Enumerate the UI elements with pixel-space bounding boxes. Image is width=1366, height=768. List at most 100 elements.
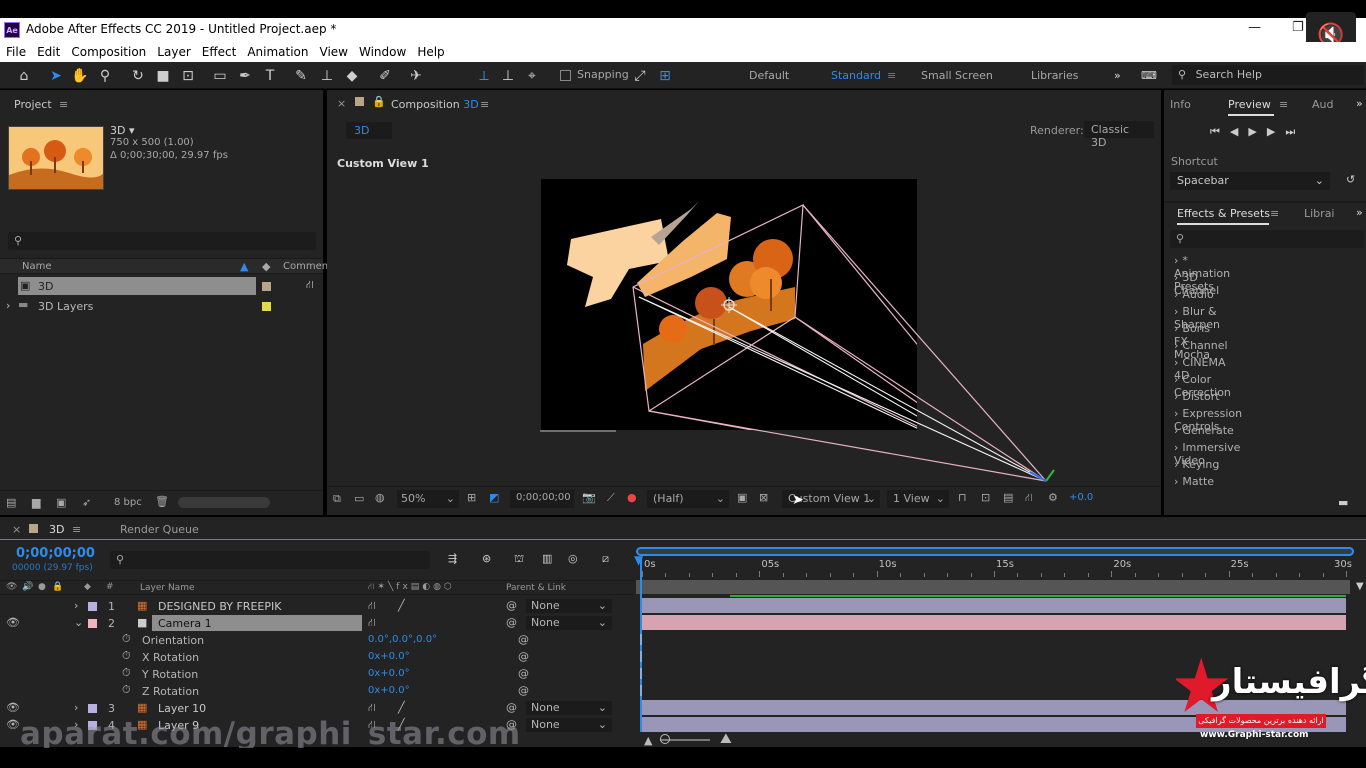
puppet-tool-icon[interactable]: ✈ <box>406 66 426 86</box>
resolution-select[interactable]: (Half) ⌄ <box>647 490 729 508</box>
chevron-down-icon[interactable]: ⌄ <box>74 616 83 629</box>
lock-icon[interactable]: 🔒 <box>372 95 386 108</box>
label-tag-icon[interactable]: ◆ <box>84 582 91 592</box>
snap-target-icon[interactable]: ⊞ <box>655 66 675 86</box>
label-color-swatch[interactable] <box>262 302 271 311</box>
play-icon[interactable]: ▶ <box>1248 125 1266 138</box>
expression-pick-whip-icon[interactable]: @ <box>518 684 529 697</box>
fit-grid-icon[interactable]: ⊞ <box>467 491 476 504</box>
graph-editor-icon[interactable]: ⧄ <box>602 552 609 566</box>
rotation-tool-icon[interactable]: ↻ <box>128 66 148 86</box>
transparency-grid-icon[interactable]: ▣ <box>737 491 747 504</box>
project-search-input[interactable]: ⚲ <box>8 232 316 250</box>
selection-tool-icon[interactable]: ➤ <box>46 66 66 86</box>
shy-switch-icon[interactable]: ⛙ <box>368 701 376 716</box>
type-tool-icon[interactable]: T <box>260 66 280 86</box>
color-channels-icon[interactable]: ● <box>627 491 637 504</box>
next-frame-icon[interactable]: ▶ <box>1267 125 1285 138</box>
menu-view[interactable]: View <box>320 45 348 59</box>
more-tabs-icon[interactable]: » <box>1356 206 1363 219</box>
effects-category-item[interactable]: › Distort <box>1174 390 1220 403</box>
timeline-current-time[interactable]: 0;00;00;00 <box>16 546 95 561</box>
local-axis-icon[interactable]: ⟂ <box>474 66 494 86</box>
interpret-footage-icon[interactable]: ▤ <box>6 496 16 509</box>
project-row-3d[interactable]: ▣ 3D ⛙ <box>0 277 323 296</box>
video-eye-icon[interactable]: 👁 <box>6 701 20 714</box>
shy-switch-icon[interactable]: ⛙ <box>368 616 376 631</box>
rectangle-tool-icon[interactable]: ▭ <box>210 66 230 86</box>
pen-tool-icon[interactable]: ✒ <box>235 66 255 86</box>
time-navigator[interactable] <box>636 547 1354 556</box>
column-comment[interactable]: Comment <box>283 261 332 272</box>
workspace-small-screen[interactable]: Small Screen <box>921 69 993 82</box>
view-axis-icon[interactable]: ⌖ <box>522 66 542 86</box>
monitor-icon[interactable]: ▭ <box>354 492 364 505</box>
search-help-field[interactable]: ⚲ Search Help <box>1172 65 1364 85</box>
solo-icon[interactable]: ● <box>38 582 46 592</box>
new-folder-icon[interactable]: ▆ <box>32 496 40 509</box>
tab-audio[interactable]: Aud <box>1312 98 1333 111</box>
panel-menu-icon[interactable]: ≡ <box>480 98 489 111</box>
column-parent-link[interactable]: Parent & Link <box>506 583 566 593</box>
timeline-icon[interactable]: ▤ <box>1003 491 1013 504</box>
effects-category-item[interactable]: › Audio <box>1174 288 1214 301</box>
tab-info[interactable]: Info <box>1170 98 1191 111</box>
snap-options-icon[interactable]: ⤢ <box>630 66 650 86</box>
expression-pick-whip-icon[interactable]: @ <box>518 633 529 646</box>
view-layout-select[interactable]: 1 View ⌄ <box>887 490 949 508</box>
world-axis-icon[interactable]: ⊥ <box>498 66 518 86</box>
effects-category-item[interactable]: › Generate <box>1174 424 1234 437</box>
property-row[interactable]: ⏱ Y Rotation 0x+0.0° @ <box>0 666 634 683</box>
property-value[interactable]: 0x+0.0° <box>368 651 410 662</box>
layer-row[interactable]: 👁 ⌄ 2 ■ Camera 1 ⛙ @ None ⌄ <box>0 615 634 632</box>
pick-whip-icon[interactable]: @ <box>506 616 517 629</box>
new-preset-icon[interactable]: ▬ <box>1338 496 1348 509</box>
home-icon[interactable]: ⌂ <box>14 66 34 86</box>
video-eye-icon[interactable]: 👁 <box>6 582 17 592</box>
eraser-tool-icon[interactable]: ◆ <box>342 66 362 86</box>
flowchart-icon[interactable]: ⛙ <box>1025 491 1033 506</box>
property-keyframe-marker[interactable] <box>640 685 642 696</box>
label-tag-icon[interactable]: ◆ <box>262 260 270 273</box>
pick-whip-icon[interactable]: @ <box>506 701 517 714</box>
property-keyframe-marker[interactable] <box>640 651 642 662</box>
zoom-select[interactable]: 50% ⌄ <box>397 490 459 508</box>
column-layer-name[interactable]: Layer Name <box>140 583 195 593</box>
parent-select[interactable]: None ⌄ <box>526 599 612 613</box>
draft-3d-icon[interactable]: ⊛ <box>482 552 491 565</box>
mask-visibility-icon[interactable]: ◍ <box>375 491 385 504</box>
menu-effect[interactable]: Effect <box>202 45 237 59</box>
show-snapshot-icon[interactable]: ⟋ <box>607 491 615 505</box>
sort-arrow-icon[interactable]: ▲ <box>240 260 248 273</box>
pick-whip-icon[interactable]: @ <box>506 599 517 612</box>
previous-frame-icon[interactable]: ◀ <box>1230 125 1248 138</box>
minimize-icon[interactable]: — <box>1248 20 1261 35</box>
parent-select[interactable]: None ⌄ <box>526 718 612 732</box>
workspace-menu-icon[interactable]: ≡ <box>887 69 896 82</box>
parent-select[interactable]: None ⌄ <box>526 701 612 715</box>
zoom-in-icon[interactable]: ⛰ <box>720 731 732 747</box>
stopwatch-icon[interactable]: ⏱ <box>122 683 131 697</box>
current-time-field[interactable]: 0;00;00;00 <box>510 490 574 508</box>
frame-blending-icon[interactable]: ▥ <box>542 552 552 565</box>
video-eye-icon[interactable]: 👁 <box>6 616 20 629</box>
time-ruler[interactable]: 0s 05s 10s 15s 20s 25s 30s <box>636 559 1354 577</box>
label-color-swatch[interactable] <box>262 282 271 291</box>
stopwatch-icon[interactable]: ⏱ <box>122 649 131 663</box>
menu-animation[interactable]: Animation <box>247 45 308 59</box>
playhead-icon[interactable]: ▼ <box>634 553 643 567</box>
video-eye-icon[interactable]: 👁 <box>6 718 20 731</box>
label-color-swatch[interactable] <box>88 619 97 628</box>
layer-track-bar[interactable] <box>642 598 1346 613</box>
tab-libraries[interactable]: Librai <box>1304 207 1335 220</box>
lock-icon[interactable]: 🔒 <box>52 582 63 592</box>
quality-switch-icon[interactable]: ╱ <box>398 701 405 714</box>
workspace-default[interactable]: Default <box>749 69 789 82</box>
roto-brush-tool-icon[interactable]: ✐ <box>375 66 395 86</box>
panel-menu-icon[interactable]: ≡ <box>1279 98 1288 111</box>
property-row[interactable]: ⏱ X Rotation 0x+0.0° @ <box>0 649 634 666</box>
property-row[interactable]: ⏱ Orientation 0.0°,0.0°,0.0° @ <box>0 632 634 649</box>
reset-exposure-icon[interactable]: ⚙ <box>1048 491 1058 504</box>
tab-timeline-3d[interactable]: 3D <box>49 523 64 536</box>
comp-marker-icon[interactable]: ▼ <box>1356 581 1364 592</box>
